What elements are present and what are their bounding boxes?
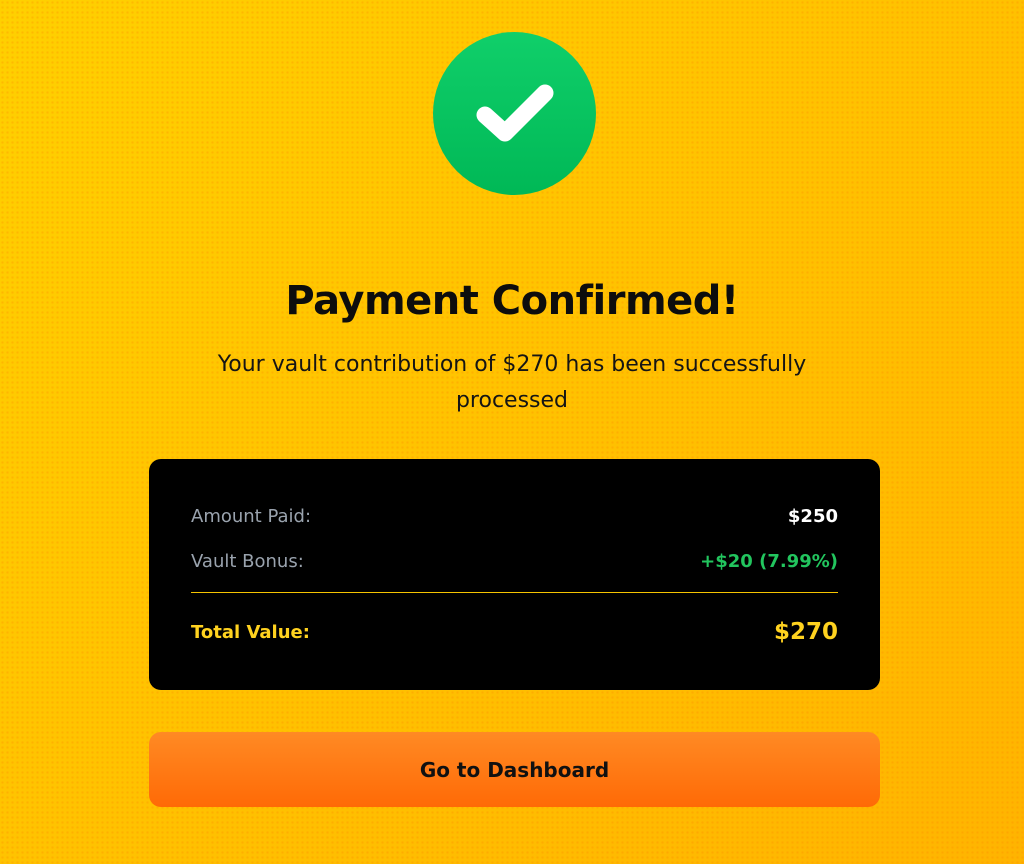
vault-bonus-label: Vault Bonus: xyxy=(191,550,304,572)
vault-bonus-value: +$20 (7.99%) xyxy=(700,550,838,572)
total-value-label: Total Value: xyxy=(191,621,310,643)
go-to-dashboard-button[interactable]: Go to Dashboard xyxy=(149,732,880,807)
amount-paid-row: Amount Paid: $250 xyxy=(191,503,838,529)
amount-paid-value: $250 xyxy=(787,505,838,527)
total-value-row: Total Value: $270 xyxy=(191,616,838,648)
payment-summary-card: Amount Paid: $250 Vault Bonus: +$20 (7.9… xyxy=(149,459,880,690)
vault-bonus-row: Vault Bonus: +$20 (7.99%) xyxy=(191,548,838,574)
total-value-amount: $270 xyxy=(773,619,838,645)
checkmark-icon xyxy=(476,84,553,141)
amount-paid-label: Amount Paid: xyxy=(191,505,312,527)
summary-divider xyxy=(191,592,838,593)
confirmation-message: Your vault contribution of $270 has been… xyxy=(217,352,807,413)
page-title: Payment Confirmed! xyxy=(285,278,739,324)
success-badge xyxy=(433,32,596,195)
